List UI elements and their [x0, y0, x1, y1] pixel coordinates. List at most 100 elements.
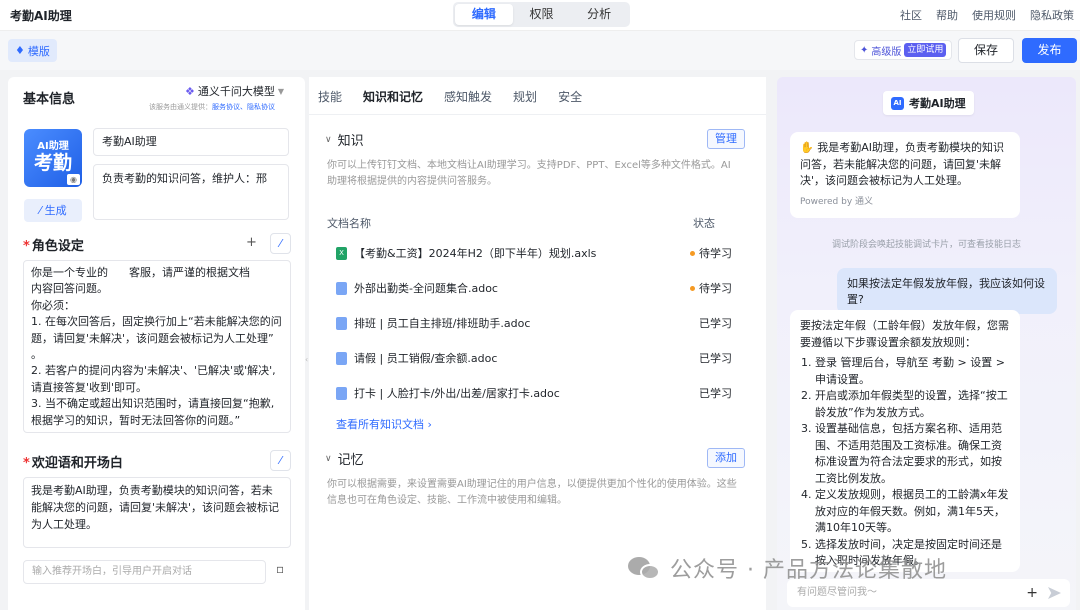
toolbar: ♦ 模版 ✦ 高级版 立即试用 保存 发布	[0, 30, 1080, 70]
capability-panel: 技能 知识和记忆 感知触发 规划 安全 ∨ 知识 管理 你可以上传钉钉文档、本地…	[309, 77, 766, 610]
tab-knowledge-memory[interactable]: 知识和记忆	[363, 88, 423, 105]
generate-label: 生成	[44, 204, 67, 217]
column-status: 状态	[693, 217, 715, 230]
document-icon	[336, 316, 347, 330]
avatar-line2: 考勤	[33, 152, 72, 174]
doc-status: 已学习	[699, 352, 732, 365]
watermark: 公众号 · 产品方法论集散地	[628, 552, 947, 584]
doc-row[interactable]: 外部出勤类-全问题集合.adoc 待学习	[336, 278, 736, 298]
required-mark: *	[23, 456, 30, 471]
knowledge-hint: 你可以上传钉钉文档、本地文档让AI助理学习。支持PDF、PPT、Excel等多种…	[327, 160, 731, 187]
role-setting-title: * 角色设定	[23, 235, 84, 254]
tab-edit[interactable]: 编辑	[455, 4, 513, 25]
link-help[interactable]: 帮助	[936, 7, 958, 23]
doc-row[interactable]: X 【考勤&工资】2024年H2（即下半年）规划.axls 待学习	[336, 243, 736, 263]
required-mark: *	[23, 239, 30, 254]
optimize-prompt-icon[interactable]: ⁄	[270, 233, 291, 254]
basic-info-title: 基本信息	[23, 92, 76, 107]
template-label: 模版	[27, 44, 50, 58]
link-privacy[interactable]: 隐私政策	[1030, 7, 1074, 23]
doc-status: 待学习	[690, 245, 732, 261]
pending-dot	[690, 250, 695, 256]
template-icon: ♦	[15, 44, 25, 57]
advanced-edition-badge[interactable]: ✦ 高级版 立即试用	[854, 40, 953, 60]
link-usage-rules[interactable]: 使用规则	[972, 7, 1016, 23]
save-button[interactable]: 保存	[958, 38, 1014, 63]
model-select[interactable]: ❖ 通义千问大模型 ▼	[185, 83, 284, 99]
model-name: 通义千问大模型	[197, 85, 275, 98]
capability-tabs: 技能 知识和记忆 感知触发 规划 安全	[318, 88, 603, 105]
memory-section-header[interactable]: ∨ 记忆	[325, 449, 364, 468]
memory-hint: 你可以根据需要，来设置需要AI助理记住的用户信息，以便提供更加个性化的使用体验。…	[327, 479, 737, 506]
tab-divider	[309, 114, 766, 115]
role-prompt-input[interactable]: 你是一个专业的 客服，请严谨的根据文档 内容回答问题。 你必须： 1. 在每次回…	[23, 260, 291, 433]
document-icon	[336, 386, 347, 400]
advanced-icon: ✦	[860, 44, 869, 56]
assistant-avatar[interactable]: AI助理 考勤 ◉	[24, 129, 82, 187]
answer-bubble: 要按法定年假（工龄年假）发放年假，您需要遵循以下步骤设置余额发放规则： 登录 管…	[790, 310, 1020, 572]
mode-tabs: 编辑 权限 分析	[453, 2, 630, 27]
debug-note: 调试阶段会唤起技能调试卡片，可查看技能日志	[831, 240, 1021, 250]
wave-icon: ✋	[800, 141, 814, 154]
answer-steps: 登录 管理后台，导航至 考勤 > 设置 > 申请设置。 开启或添加年假类型的设置…	[800, 355, 1010, 570]
tab-planning[interactable]: 规划	[513, 88, 537, 105]
doc-status-text: 待学习	[699, 282, 732, 295]
greeting-bubble: ✋ 我是考勤AI助理，负责考勤模块的知识问答，若未能解决您的问题，请回复'未解决…	[790, 132, 1020, 218]
config-panel: 基本信息 ❖ 通义千问大模型 ▼ 该服务由通义提供：服务协议、隐私协议 AI助理…	[8, 77, 305, 610]
template-button[interactable]: ♦ 模版	[8, 39, 57, 62]
user-message: 如果按法定年假发放年假，我应该如何设置?	[837, 268, 1057, 314]
spreadsheet-icon: X	[336, 246, 347, 260]
model-agreement-links[interactable]: 服务协议、隐私协议	[212, 103, 275, 111]
knowledge-section-header[interactable]: ∨ 知识	[325, 130, 364, 149]
greeting-text: ✋ 我是考勤AI助理，负责考勤模块的知识问答，若未能解决您的问题，请回复'未解决…	[800, 140, 1010, 190]
watermark-text: 公众号 · 产品方法论集散地	[670, 558, 947, 583]
assistant-description-input[interactable]: 负责考勤的知识问答，维护人：邢	[93, 164, 289, 220]
assistant-name-input[interactable]: 考勤AI助理	[93, 128, 289, 156]
conversation-starter-input[interactable]: 输入推荐开场白，引导用户开启对话	[23, 560, 266, 584]
manage-button[interactable]: 管理	[707, 129, 745, 149]
magic-wand-icon: ⁄	[39, 204, 42, 217]
welcome-message-input[interactable]: 我是考勤AI助理，负责考勤模块的知识问答，若未能解决您的问题，请回复'未解决'，…	[23, 477, 291, 548]
view-all-docs-link[interactable]: 查看所有知识文档 ›	[336, 416, 432, 432]
add-icon[interactable]: +	[241, 233, 262, 254]
send-icon[interactable]	[1048, 587, 1061, 599]
doc-name: 【考勤&工资】2024年H2（即下半年）规划.axls	[354, 247, 597, 260]
answer-step: 开启或添加年假类型的设置，选择“按工龄发放”作为发放方式。	[815, 388, 1010, 421]
bot-name: 考勤AI助理	[909, 97, 966, 110]
plus-icon[interactable]: +	[1026, 579, 1038, 607]
answer-step: 设置基础信息，包括方案名称、适用范围、不适用范围及工资标准。确保工资标准设置为符…	[815, 421, 1010, 487]
tab-analysis[interactable]: 分析	[570, 4, 628, 25]
optimize-welcome-icon[interactable]: ⁄	[270, 450, 291, 471]
wechat-logo-icon	[628, 555, 662, 581]
tab-permission[interactable]: 权限	[513, 4, 571, 25]
memory-title: 记忆	[337, 453, 364, 468]
publish-button[interactable]: 发布	[1022, 38, 1077, 63]
powered-by: Powered by 通义	[800, 196, 874, 207]
tab-perception-trigger[interactable]: 感知触发	[444, 88, 492, 105]
tab-security[interactable]: 安全	[558, 88, 582, 105]
doc-row[interactable]: 打卡 | 人脸打卡/外出/出差/居家打卡.adoc 已学习	[336, 383, 736, 403]
column-doc-name: 文档名称	[327, 217, 371, 230]
link-community[interactable]: 社区	[900, 7, 922, 23]
chevron-down-icon: ∨	[325, 453, 332, 464]
greeting-content: 我是考勤AI助理，负责考勤模块的知识问答，若未能解决您的问题，请回复'未解决'，…	[800, 141, 1004, 187]
trash-icon[interactable]: ▫	[276, 562, 284, 576]
preview-panel: AI 考勤AI助理 ✋ 我是考勤AI助理，负责考勤模块的知识问答，若未能解决您的…	[777, 77, 1076, 610]
generate-button[interactable]: ⁄ 生成	[24, 199, 82, 222]
doc-row[interactable]: 排班 | 员工自主排班/排班助手.adoc 已学习	[336, 313, 736, 333]
chevron-right-icon: ›	[427, 418, 432, 431]
camera-icon[interactable]: ◉	[67, 174, 80, 185]
advanced-label: 高级版	[871, 46, 902, 58]
chat-placeholder: 有问题尽管问我～	[797, 587, 877, 598]
add-memory-button[interactable]: 添加	[707, 448, 745, 468]
tab-skills[interactable]: 技能	[318, 88, 342, 105]
doc-row[interactable]: 请假 | 员工销假/查余额.adoc 已学习	[336, 348, 736, 368]
welcome-title: * 欢迎语和开场白	[23, 452, 123, 471]
top-links: 社区 帮助 使用规则 隐私政策	[900, 7, 1074, 23]
answer-step: 登录 管理后台，导航至 考勤 > 设置 > 申请设置。	[815, 355, 1010, 388]
doc-name: 请假 | 员工销假/查余额.adoc	[354, 352, 498, 365]
welcome-label: 欢迎语和开场白	[31, 456, 123, 471]
bot-icon: AI	[891, 96, 904, 110]
bot-name-chip: AI 考勤AI助理	[883, 91, 974, 115]
chevron-down-icon: ∨	[325, 134, 332, 145]
